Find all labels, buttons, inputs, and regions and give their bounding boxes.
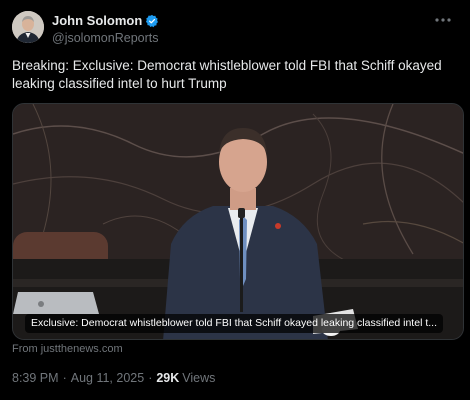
tweet: John Solomon @jsolomonReports Breaking: …: [0, 0, 470, 400]
meta-separator: ·: [62, 371, 67, 385]
meta-separator-2: ·: [148, 371, 153, 385]
author-info: John Solomon @jsolomonReports: [52, 12, 159, 45]
link-source[interactable]: From justthenews.com: [12, 343, 123, 355]
media-caption: Exclusive: Democrat whistleblower told F…: [25, 314, 443, 333]
tweet-meta: 8:39 PM · Aug 11, 2025 · 29K Views: [12, 371, 215, 385]
views-count: 29K: [156, 371, 180, 385]
views-label: Views: [182, 371, 216, 385]
media-card[interactable]: Exclusive: Democrat whistleblower told F…: [12, 103, 464, 340]
avatar[interactable]: [12, 11, 44, 43]
tweet-time[interactable]: 8:39 PM: [12, 371, 59, 385]
verified-badge-icon: [145, 14, 159, 28]
tweet-text: Breaking: Exclusive: Democrat whistleblo…: [12, 58, 442, 91]
video-thumbnail: [13, 104, 463, 339]
handle[interactable]: @jsolomonReports: [52, 31, 159, 45]
three-dots-icon[interactable]: [432, 13, 454, 29]
display-name[interactable]: John Solomon: [52, 13, 142, 28]
tweet-date[interactable]: Aug 11, 2025: [71, 371, 144, 385]
tweet-header: John Solomon @jsolomonReports: [12, 11, 458, 47]
